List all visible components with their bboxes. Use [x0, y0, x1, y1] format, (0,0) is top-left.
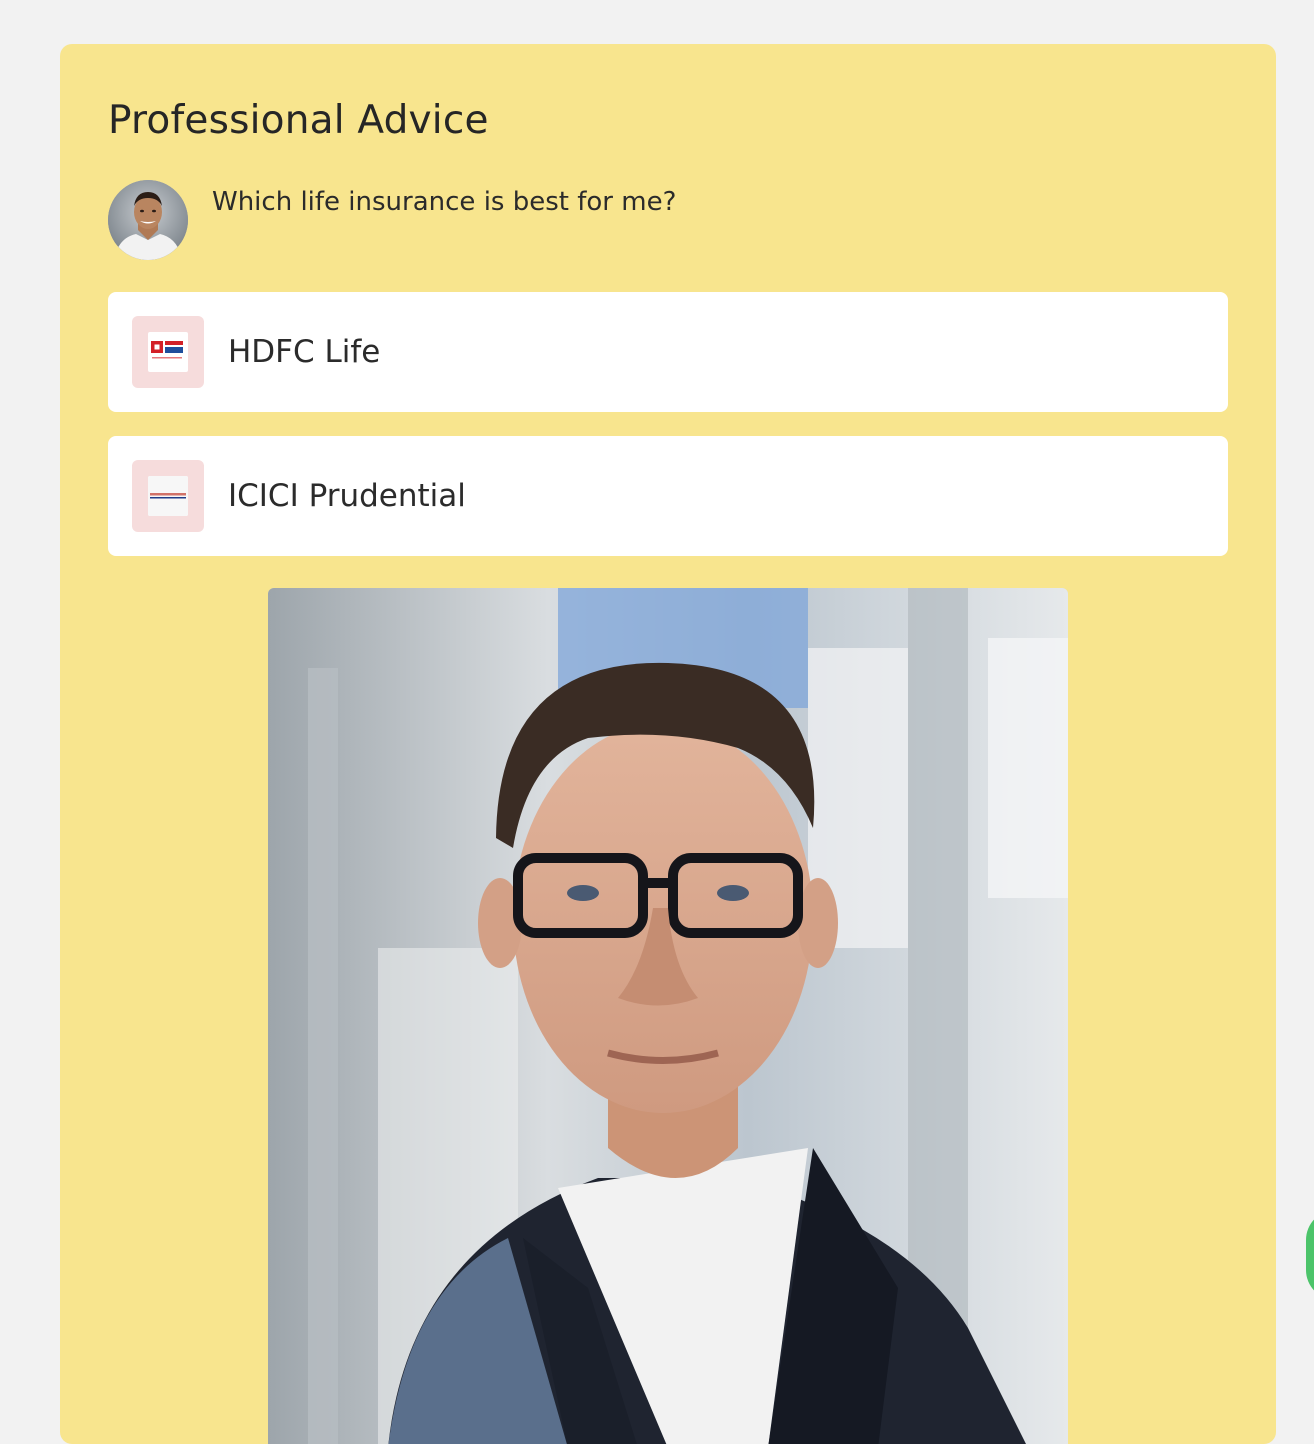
hdfc-life-logo-icon	[148, 332, 188, 372]
question-text: Which life insurance is best for me?	[212, 187, 677, 217]
option-icici-prudential[interactable]: ICICI Prudential	[108, 436, 1228, 556]
hdfc-life-logo-tile	[132, 316, 204, 388]
user-avatar	[108, 180, 188, 260]
advisor-portrait-icon	[268, 588, 1068, 1444]
floating-chat-button[interactable]	[1306, 1210, 1314, 1300]
icici-prudential-logo-icon	[148, 476, 188, 516]
option-label-icici-prudential: ICICI Prudential	[228, 478, 466, 514]
question-row: Which life insurance is best for me?	[108, 180, 1108, 260]
page-title: Professional Advice	[108, 98, 489, 143]
option-hdfc-life[interactable]: HDFC Life	[108, 292, 1228, 412]
user-avatar-icon	[108, 180, 188, 260]
option-label-hdfc-life: HDFC Life	[228, 334, 381, 370]
advisor-portrait	[268, 588, 1068, 1444]
professional-advice-card: Professional Advice Which life insurance…	[60, 44, 1276, 1444]
icici-prudential-logo-tile	[132, 460, 204, 532]
